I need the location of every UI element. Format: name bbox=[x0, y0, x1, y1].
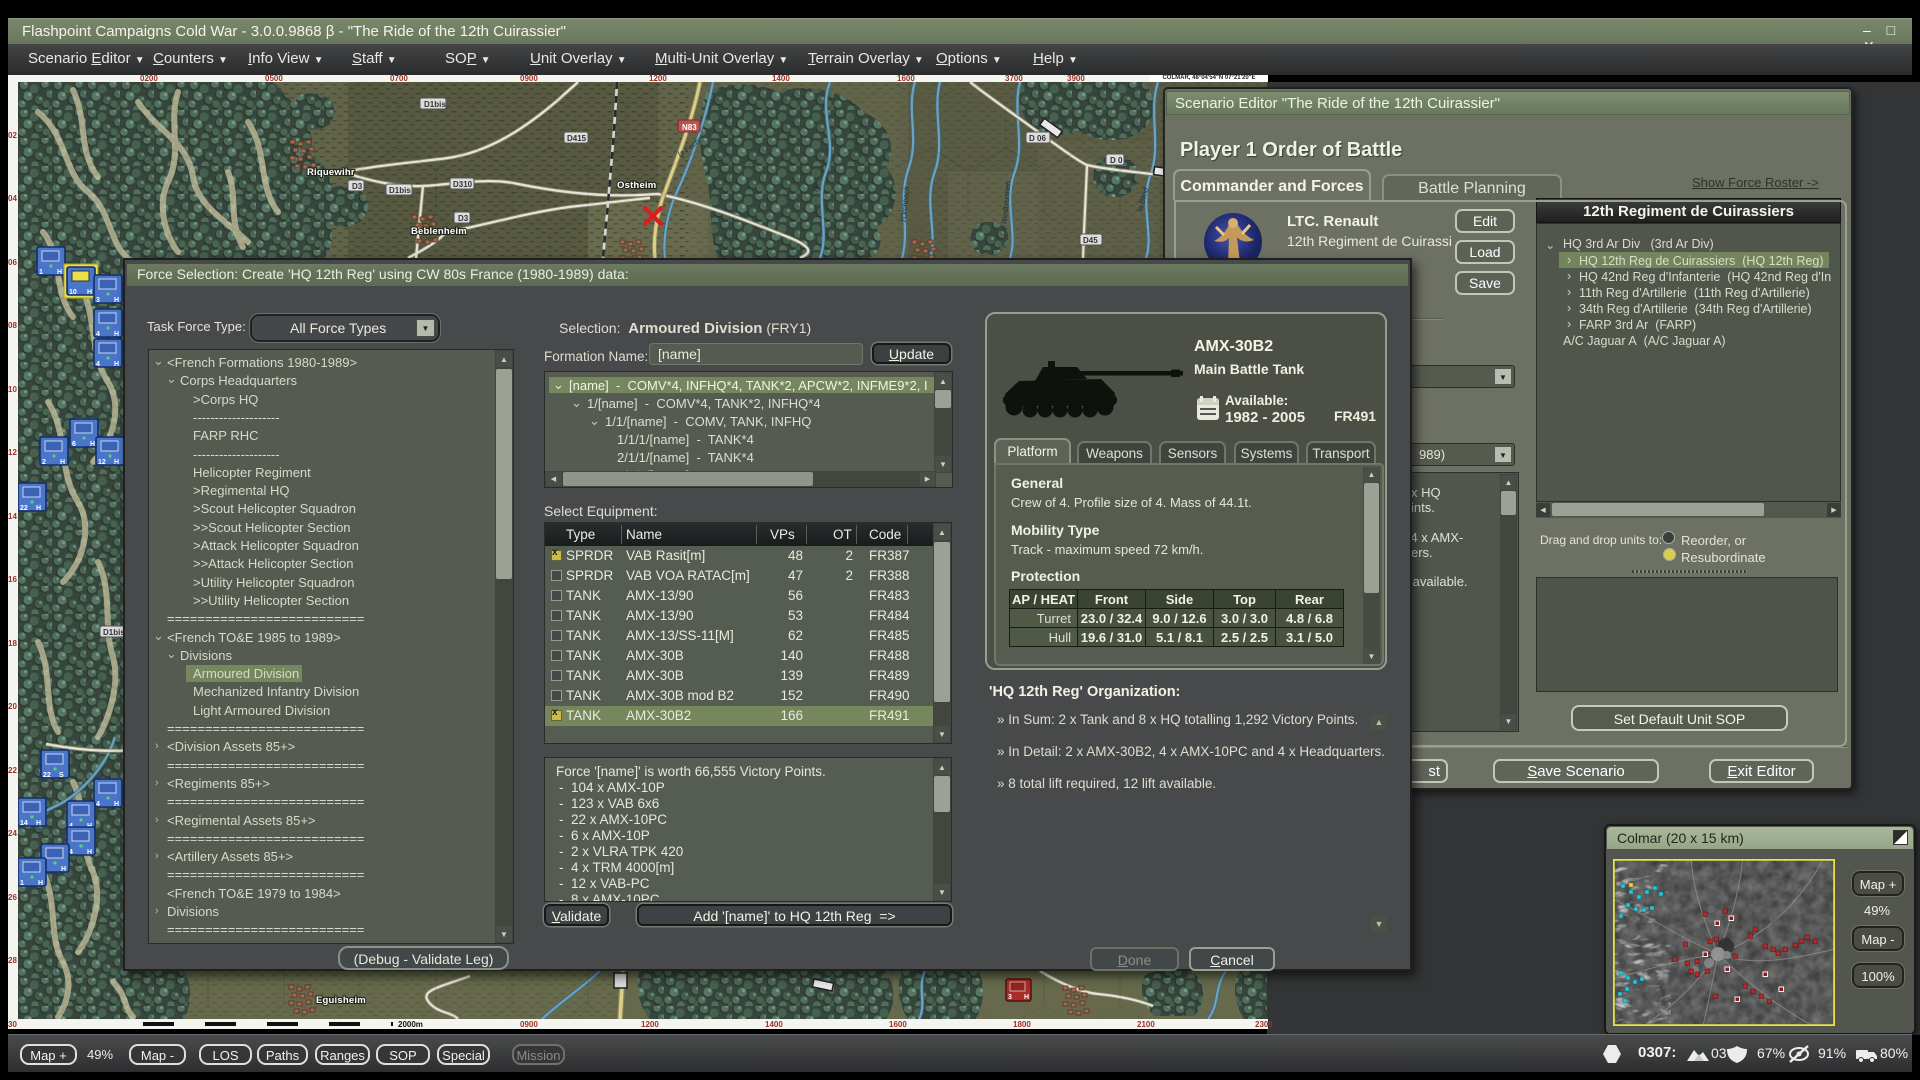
svg-text:D 06: D 06 bbox=[1029, 134, 1046, 143]
svg-text:4: 4 bbox=[96, 801, 100, 808]
svg-text:2: 2 bbox=[42, 459, 46, 466]
svg-text:D45: D45 bbox=[1083, 236, 1098, 245]
svg-text:H: H bbox=[61, 866, 66, 873]
svg-text:H: H bbox=[36, 505, 41, 512]
svg-text:H: H bbox=[60, 459, 65, 466]
svg-text:H: H bbox=[87, 849, 92, 856]
svg-text:D1bis: D1bis bbox=[389, 186, 411, 195]
svg-text:14: 14 bbox=[20, 820, 28, 827]
svg-text:D310: D310 bbox=[453, 180, 473, 189]
svg-text:D1bis: D1bis bbox=[424, 100, 446, 109]
svg-text:D1bis: D1bis bbox=[103, 628, 125, 637]
svg-text:H: H bbox=[57, 269, 62, 276]
svg-text:4: 4 bbox=[96, 361, 100, 368]
svg-text:3: 3 bbox=[96, 297, 100, 304]
svg-text:l'Ill: l'Ill bbox=[811, 183, 821, 193]
svg-text:D 0: D 0 bbox=[1110, 156, 1123, 165]
svg-text:22: 22 bbox=[43, 772, 51, 779]
svg-text:10: 10 bbox=[69, 289, 77, 296]
svg-text:H: H bbox=[36, 820, 41, 827]
svg-text:3: 3 bbox=[1008, 994, 1012, 1001]
svg-text:Eguisheim: Eguisheim bbox=[316, 995, 366, 1006]
svg-text:H: H bbox=[1024, 994, 1029, 1001]
svg-text:D415: D415 bbox=[567, 134, 587, 143]
svg-text:H: H bbox=[114, 331, 119, 338]
svg-text:Beblenheim: Beblenheim bbox=[411, 226, 467, 237]
svg-text:N83: N83 bbox=[682, 123, 697, 132]
svg-text:Riquewihr: Riquewihr bbox=[307, 167, 355, 178]
svg-text:12: 12 bbox=[98, 459, 106, 466]
svg-text:1: 1 bbox=[39, 269, 43, 276]
svg-text:S: S bbox=[59, 772, 64, 779]
svg-text:Ostheim: Ostheim bbox=[617, 180, 656, 191]
svg-text:H: H bbox=[114, 459, 119, 466]
svg-text:H: H bbox=[87, 289, 92, 296]
svg-text:D3: D3 bbox=[352, 182, 363, 191]
svg-text:H: H bbox=[114, 297, 119, 304]
svg-text:H: H bbox=[114, 361, 119, 368]
svg-text:22: 22 bbox=[20, 505, 28, 512]
svg-text:D3: D3 bbox=[458, 214, 469, 223]
svg-text:4: 4 bbox=[96, 331, 100, 338]
svg-text:H: H bbox=[90, 441, 95, 448]
svg-text:H: H bbox=[38, 880, 43, 887]
svg-text:6: 6 bbox=[72, 441, 76, 448]
svg-text:H: H bbox=[114, 801, 119, 808]
svg-text:1: 1 bbox=[20, 880, 24, 887]
